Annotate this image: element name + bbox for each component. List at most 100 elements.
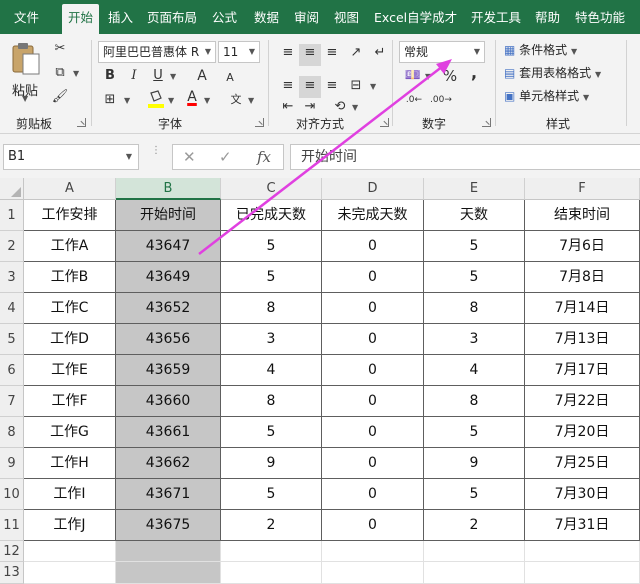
table-cell[interactable]: 工作D <box>24 324 116 355</box>
number-dialog-launcher-icon[interactable] <box>482 118 491 127</box>
font-color-dropdown-icon[interactable]: ▼ <box>204 96 210 105</box>
row-header-2[interactable]: 2 <box>0 231 24 262</box>
percent-style-button[interactable]: % <box>440 67 460 85</box>
header-cell[interactable]: 未完成天数 <box>322 200 424 231</box>
column-header-c[interactable]: C <box>221 178 322 200</box>
border-icon[interactable]: ⊞ <box>100 91 120 109</box>
tab-data[interactable]: 数据 <box>254 0 279 34</box>
underline-button[interactable]: U <box>148 67 168 85</box>
table-cell[interactable]: 工作F <box>24 386 116 417</box>
number-format-select[interactable]: 常规 ▼ <box>399 41 485 63</box>
column-header-b[interactable]: B <box>116 178 221 200</box>
empty-cell[interactable] <box>24 541 116 562</box>
tab-help[interactable]: 帮助 <box>535 0 560 34</box>
phonetic-dropdown-icon[interactable]: ▼ <box>248 96 254 105</box>
empty-cell[interactable] <box>116 562 221 584</box>
table-cell[interactable]: 工作I <box>24 479 116 510</box>
align-center-icon[interactable]: ≡ <box>300 77 320 95</box>
insert-function-icon[interactable]: fx <box>257 148 271 166</box>
increase-font-size-button[interactable]: A <box>192 67 212 85</box>
header-cell[interactable]: 已完成天数 <box>221 200 322 231</box>
alignment-dialog-launcher-icon[interactable] <box>380 118 389 127</box>
tab-excel-self-study[interactable]: Excel自学成才 <box>374 0 457 34</box>
cut-icon[interactable]: ✂ <box>50 40 70 58</box>
decrease-indent-icon[interactable]: ⇤ <box>278 98 298 116</box>
merge-center-icon[interactable]: ⊟ <box>346 77 366 95</box>
table-cell[interactable]: 工作H <box>24 448 116 479</box>
table-cell[interactable]: 2 <box>221 510 322 541</box>
top-align-icon[interactable]: ≡ <box>278 44 298 62</box>
comma-style-button[interactable]: , <box>464 64 484 82</box>
empty-cell[interactable] <box>525 562 640 584</box>
clipboard-dialog-launcher-icon[interactable] <box>77 118 86 127</box>
empty-cell[interactable] <box>322 541 424 562</box>
table-cell[interactable]: 43659 <box>116 355 221 386</box>
table-cell[interactable]: 7月30日 <box>525 479 640 510</box>
table-cell[interactable]: 0 <box>322 386 424 417</box>
header-cell[interactable]: 天数 <box>424 200 525 231</box>
table-cell[interactable]: 工作G <box>24 417 116 448</box>
tab-page-layout[interactable]: 页面布局 <box>147 0 197 34</box>
table-cell[interactable]: 0 <box>322 262 424 293</box>
enter-icon[interactable]: ✓ <box>219 148 232 166</box>
cell-styles-button[interactable]: ▣ 单元格样式 ▼ <box>504 87 589 107</box>
format-painter-icon[interactable]: 🖌 <box>50 88 70 106</box>
table-cell[interactable]: 43649 <box>116 262 221 293</box>
italic-button[interactable]: I <box>124 67 144 85</box>
table-cell[interactable]: 43660 <box>116 386 221 417</box>
row-header-13[interactable]: 13 <box>0 562 24 584</box>
wrap-text-icon[interactable]: ↵ <box>370 44 390 62</box>
empty-cell[interactable] <box>221 562 322 584</box>
table-cell[interactable]: 2 <box>424 510 525 541</box>
cancel-icon[interactable]: ✕ <box>183 148 196 166</box>
table-cell[interactable]: 43656 <box>116 324 221 355</box>
table-cell[interactable]: 9 <box>424 448 525 479</box>
align-right-icon[interactable]: ≡ <box>322 77 342 95</box>
tab-formulas[interactable]: 公式 <box>212 0 237 34</box>
table-cell[interactable]: 3 <box>221 324 322 355</box>
increase-decimal-icon[interactable]: .0← <box>403 91 425 109</box>
table-cell[interactable]: 7月8日 <box>525 262 640 293</box>
table-cell[interactable]: 8 <box>221 386 322 417</box>
increase-indent-icon[interactable]: ⇥ <box>300 98 320 116</box>
middle-align-icon[interactable]: ≡ <box>300 44 320 62</box>
table-cell[interactable]: 0 <box>322 448 424 479</box>
table-cell[interactable]: 43647 <box>116 231 221 262</box>
align-left-icon[interactable]: ≡ <box>278 77 298 95</box>
row-header-10[interactable]: 10 <box>0 479 24 510</box>
row-header-5[interactable]: 5 <box>0 324 24 355</box>
table-cell[interactable]: 8 <box>424 386 525 417</box>
accounting-dropdown-icon[interactable]: ▼ <box>425 72 431 81</box>
table-cell[interactable]: 4 <box>424 355 525 386</box>
table-cell[interactable]: 5 <box>221 262 322 293</box>
tab-file[interactable]: 文件 <box>14 0 39 34</box>
table-cell[interactable]: 7月20日 <box>525 417 640 448</box>
table-cell[interactable]: 5 <box>424 231 525 262</box>
phonetic-button[interactable]: 文 <box>226 91 246 109</box>
table-cell[interactable]: 工作B <box>24 262 116 293</box>
table-cell[interactable]: 43652 <box>116 293 221 324</box>
row-header-4[interactable]: 4 <box>0 293 24 324</box>
font-size-select[interactable]: 11 ▼ <box>218 41 260 63</box>
empty-cell[interactable] <box>116 541 221 562</box>
bold-button[interactable]: B <box>100 67 120 85</box>
empty-cell[interactable] <box>221 541 322 562</box>
table-cell[interactable]: 0 <box>322 293 424 324</box>
table-cell[interactable]: 5 <box>424 479 525 510</box>
tab-review[interactable]: 审阅 <box>294 0 319 34</box>
conditional-formatting-button[interactable]: ▦ 条件格式 ▼ <box>504 41 577 61</box>
row-header-8[interactable]: 8 <box>0 417 24 448</box>
table-cell[interactable]: 3 <box>424 324 525 355</box>
row-header-6[interactable]: 6 <box>0 355 24 386</box>
decrease-font-size-button[interactable]: A <box>220 69 240 87</box>
accounting-format-icon[interactable]: 💷 <box>403 67 423 85</box>
table-cell[interactable]: 工作C <box>24 293 116 324</box>
table-cell[interactable]: 8 <box>424 293 525 324</box>
paste-dropdown-icon[interactable]: ▼ <box>22 94 28 103</box>
table-cell[interactable]: 5 <box>424 262 525 293</box>
column-header-f[interactable]: F <box>525 178 640 200</box>
column-header-e[interactable]: E <box>424 178 525 200</box>
table-cell[interactable]: 43662 <box>116 448 221 479</box>
name-box[interactable]: B1 ▼ <box>3 144 139 170</box>
table-cell[interactable]: 0 <box>322 417 424 448</box>
